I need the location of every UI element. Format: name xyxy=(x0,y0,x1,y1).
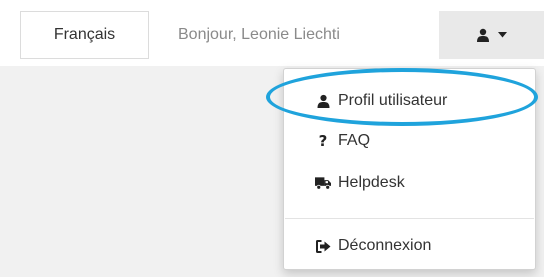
menu-item-label: Déconnexion xyxy=(338,237,432,254)
user-icon xyxy=(476,28,490,42)
user-icon xyxy=(315,93,331,109)
menu-item-label: Helpdesk xyxy=(338,174,405,191)
menu-item-logout[interactable]: Déconnexion xyxy=(284,226,535,266)
menu-item-faq[interactable]: ? FAQ xyxy=(284,121,535,161)
menu-item-label: Profil utilisateur xyxy=(338,92,448,109)
user-dropdown-menu: Profil utilisateur ? FAQ Helpdesk Déconn… xyxy=(283,68,536,270)
top-navigation-bar: Français Bonjour, Leonie Liechti xyxy=(0,0,544,66)
caret-down-icon xyxy=(498,32,507,38)
menu-item-user-profile[interactable]: Profil utilisateur xyxy=(284,81,535,121)
user-menu-button[interactable] xyxy=(439,11,544,59)
user-greeting: Bonjour, Leonie Liechti xyxy=(178,26,340,43)
language-button[interactable]: Français xyxy=(20,11,149,59)
menu-item-label: FAQ xyxy=(338,132,371,149)
truck-icon xyxy=(315,175,331,191)
menu-divider xyxy=(285,218,534,219)
menu-item-helpdesk[interactable]: Helpdesk xyxy=(284,163,535,203)
question-icon: ? xyxy=(318,132,328,150)
sign-out-icon xyxy=(315,238,331,254)
